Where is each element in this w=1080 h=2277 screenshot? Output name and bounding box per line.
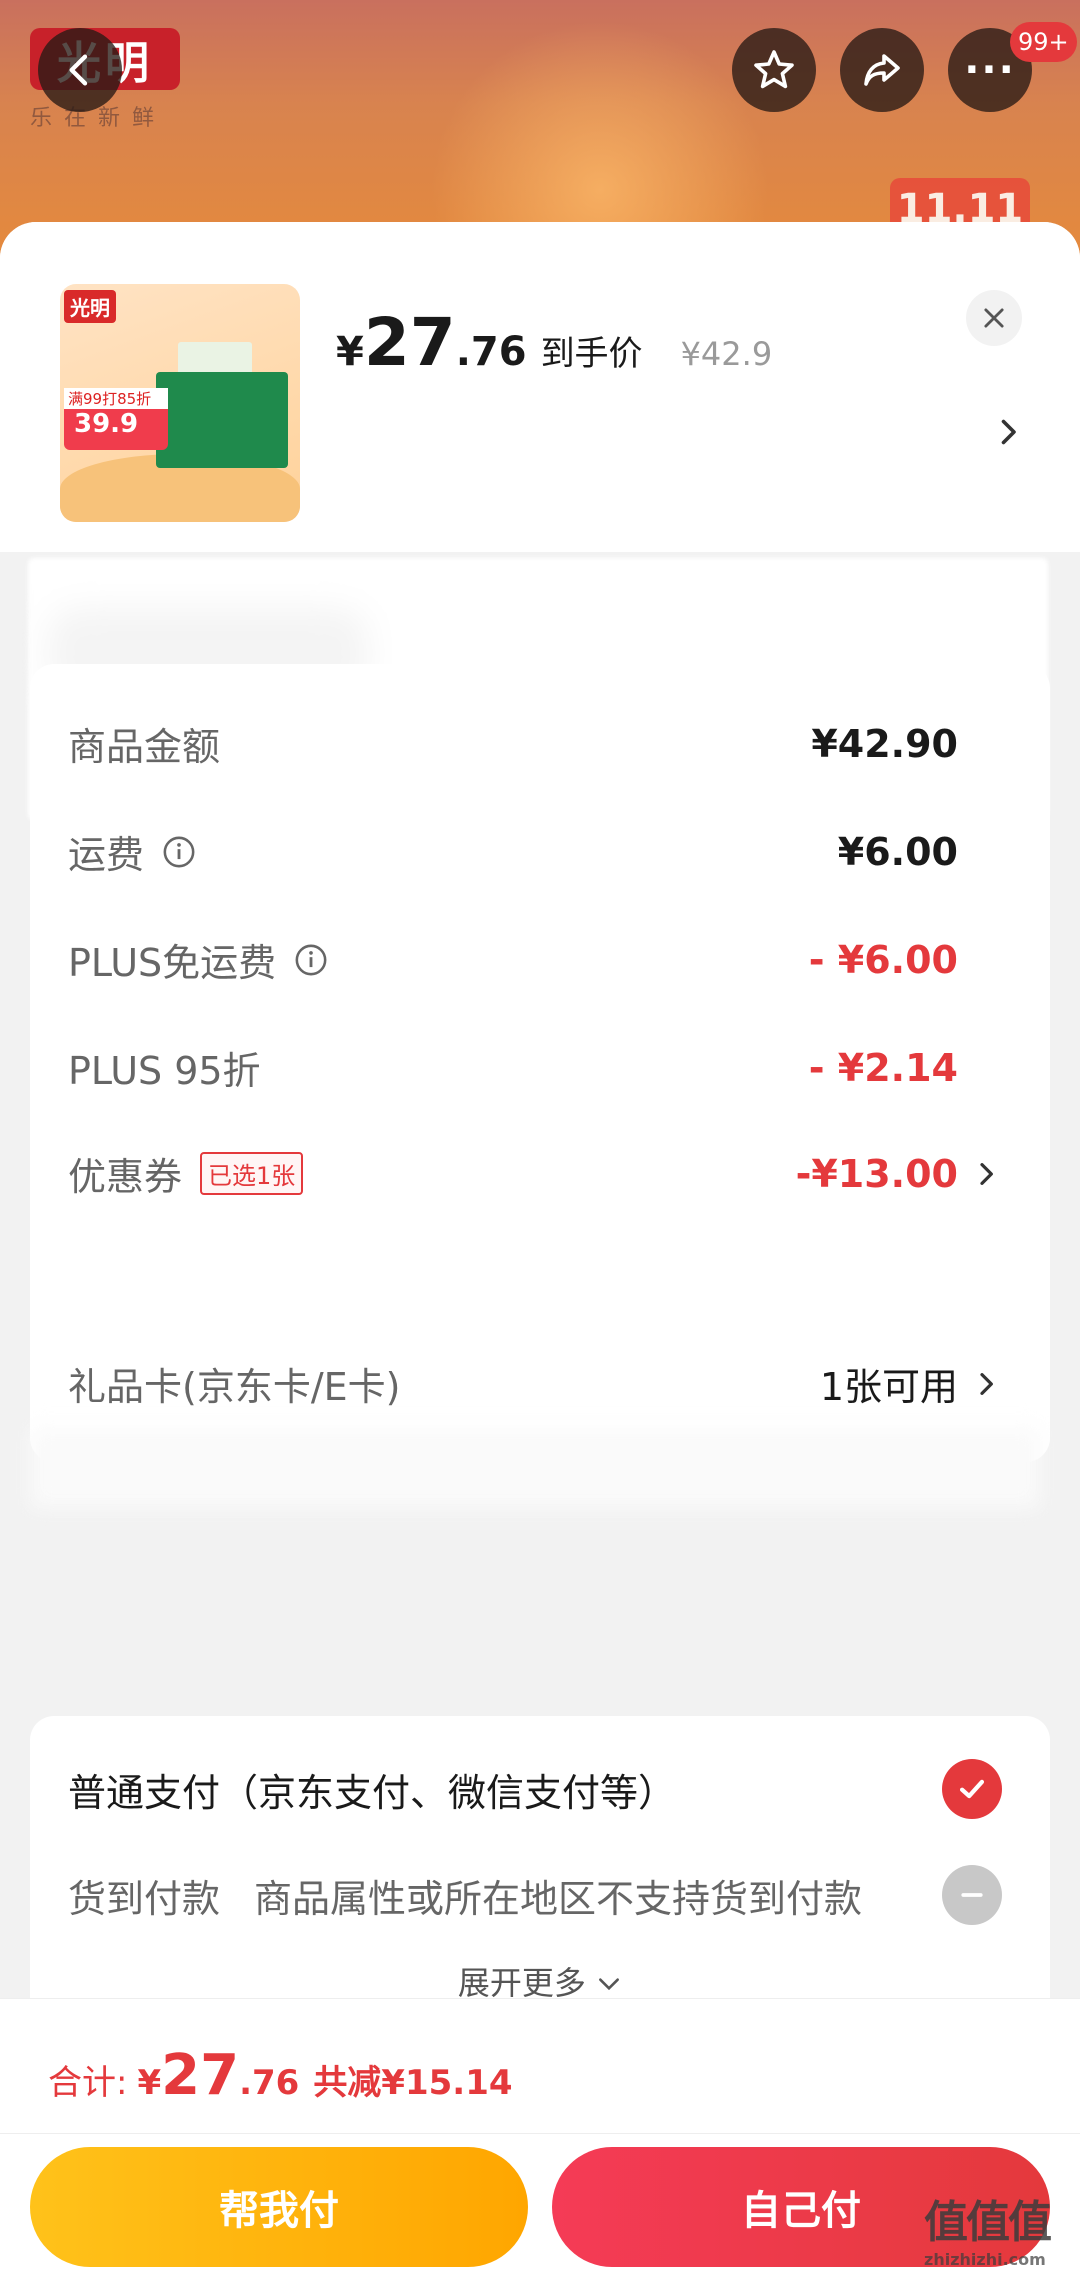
close-button[interactable] (966, 290, 1022, 346)
total-integer: 27 (161, 2043, 240, 2108)
message-count-badge: 99+ (1010, 22, 1077, 62)
thumb-brand: 光明 (64, 290, 116, 323)
payment-option-label-wrap: 货到付款 商品属性或所在地区不支持货到付款 (68, 1868, 862, 1923)
checkout-bottom-bar: 合计: ¥ 27 .76 共减¥15.14 帮我付 自己付 (0, 1998, 1080, 2277)
payment-option-label: 普通支付（京东支付、微信支付等） (68, 1770, 677, 1815)
thumb-milk-box (156, 372, 288, 468)
cost-row-plus-discount: PLUS 95折 - ¥2.14 (68, 1040, 1038, 1095)
cost-label-wrap: 运费 (68, 824, 196, 879)
cost-value: - ¥6.00 (808, 937, 958, 982)
total-currency: ¥ (137, 2063, 162, 2103)
site-watermark: 值值值 zhizhizhi.com (924, 2186, 1052, 2269)
chevron-left-icon (69, 54, 88, 86)
price-decimal: .76 (455, 329, 527, 375)
favorite-button[interactable] (732, 28, 816, 112)
cost-label: 商品金额 (68, 725, 221, 769)
help-pay-button[interactable]: 帮我付 (30, 2147, 528, 2267)
chevron-right-icon (980, 1162, 993, 1185)
total-saved: 共减¥15.14 (313, 2063, 513, 2103)
chevron-down-icon (599, 1978, 620, 1991)
total-label: 合计: (48, 2063, 128, 2103)
coupon-selected-tag: 已选1张 (200, 1152, 304, 1195)
payment-option-normal[interactable]: 普通支付（京东支付、微信支付等） (68, 1754, 1038, 1824)
cost-value: -¥13.00 (795, 1151, 958, 1196)
original-price: ¥42.9 (680, 335, 773, 373)
thumb-promo-text: 满99打85折 (64, 388, 168, 409)
cost-label-wrap: 优惠券 已选1张 (68, 1146, 304, 1201)
product-summary: 光明 满99打85折 39.9 ¥ 27 .76 到手价 ¥42.9 (0, 222, 1080, 552)
cost-label: 优惠券 (68, 1155, 183, 1199)
info-icon[interactable] (294, 943, 328, 977)
cost-label-wrap: PLUS免运费 (68, 932, 328, 987)
watermark-sub: zhizhizhi.com (924, 2250, 1046, 2269)
more-dots-icon: ··· (964, 47, 1016, 93)
cost-row-plus-free-shipping: PLUS免运费 - ¥6.00 (68, 932, 1038, 987)
divider (0, 2133, 1080, 2134)
share-arrow-icon (864, 54, 900, 86)
cost-breakdown-card: 商品金额 ¥42.90 运费 ¥6.00 PLUS免运费 - ¥6.00 PLU… (30, 664, 1050, 1462)
blurred-region (30, 1428, 1040, 1508)
order-total: 合计: ¥ 27 .76 共减¥15.14 (48, 2043, 513, 2108)
product-detail-arrow[interactable] (994, 414, 1022, 454)
price-currency: ¥ (336, 329, 364, 375)
star-icon (754, 50, 794, 89)
cost-label: PLUS免运费 (68, 941, 277, 985)
total-decimal: .76 (239, 2063, 300, 2103)
product-thumbnail: 光明 满99打85折 39.9 (60, 284, 300, 522)
product-banner: 光明 乐在新鲜 11.11 (0, 0, 1080, 260)
chevron-right-icon (1001, 419, 1016, 445)
cost-row-coupon[interactable]: 优惠券 已选1张 -¥13.00 (68, 1146, 1038, 1201)
unavailable-icon (942, 1865, 1002, 1925)
cost-row-gift-card[interactable]: 礼品卡(京东卡/E卡) 1张可用 (68, 1356, 1038, 1411)
cost-value: ¥6.00 (837, 829, 958, 874)
thumb-promo: 满99打85折 39.9 (64, 388, 168, 450)
price-integer: 27 (363, 304, 456, 381)
payment-option-cod: 货到付款 商品属性或所在地区不支持货到付款 (68, 1860, 1038, 1930)
close-icon (984, 308, 1004, 328)
back-button[interactable] (38, 28, 122, 112)
cost-value: - ¥2.14 (808, 1045, 958, 1090)
payment-option-label: 货到付款 (68, 1876, 221, 1921)
watermark-main: 值值值 (924, 2197, 1052, 2248)
cod-unavailable-note: 商品属性或所在地区不支持货到付款 (254, 1876, 863, 1921)
cost-label: PLUS 95折 (68, 1049, 261, 1093)
share-button[interactable] (840, 28, 924, 112)
cost-label: 运费 (68, 833, 145, 877)
expand-more-label: 展开更多 (457, 1964, 586, 2002)
thumb-promo-price: 39.9 (74, 409, 139, 439)
chevron-right-icon (980, 1372, 993, 1395)
cost-label: 礼品卡(京东卡/E卡) (68, 1365, 401, 1409)
final-price: ¥ 27 .76 到手价 ¥42.9 (336, 310, 772, 376)
checked-icon (942, 1759, 1002, 1819)
cost-row-goods: 商品金额 ¥42.90 (68, 716, 1038, 771)
cost-row-shipping: 运费 ¥6.00 (68, 824, 1038, 879)
cost-value: 1张可用 (819, 1365, 958, 1409)
info-icon[interactable] (162, 835, 196, 869)
price-label: 到手价 (540, 334, 643, 374)
cost-value: ¥42.90 (811, 721, 958, 766)
